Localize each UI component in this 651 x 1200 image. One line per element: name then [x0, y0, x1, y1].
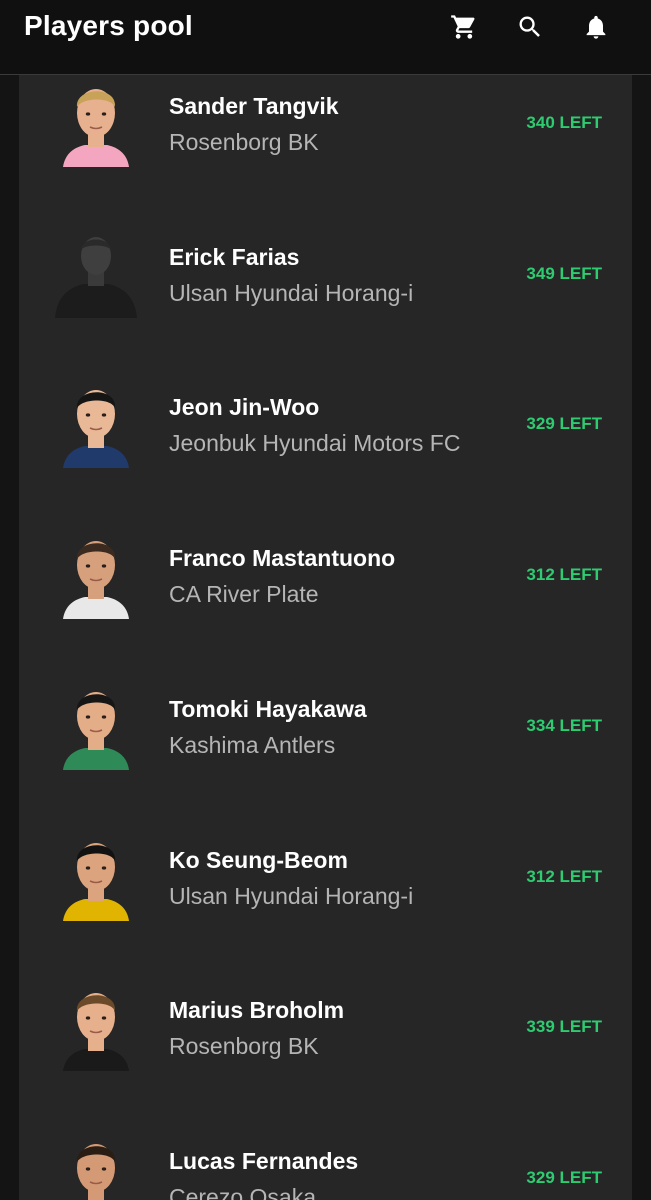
player-team: Cerezo Osaka — [169, 1183, 317, 1200]
remaining-count: 329 LEFT — [526, 414, 602, 434]
players-list[interactable]: Sander Tangvik Rosenborg BK 340 LEFT Erick … — [19, 75, 632, 1200]
player-row[interactable]: Lucas Fernandes Cerezo Osaka 329 LEFT — [19, 1055, 632, 1200]
player-row[interactable]: Tomoki Hayakawa Kashima Antlers 334 LEFT — [19, 603, 632, 770]
player-avatar — [55, 1130, 137, 1200]
player-row[interactable]: Sander Tangvik Rosenborg BK 340 LEFT — [19, 75, 632, 167]
player-name: Sander Tangvik — [169, 93, 339, 119]
player-name: Lucas Fernandes — [169, 1147, 359, 1174]
top-bar: Players pool — [0, 0, 651, 75]
cart-icon[interactable] — [449, 12, 479, 42]
player-name: Marius Broholm — [169, 997, 345, 1024]
remaining-count: 339 LEFT — [526, 1017, 602, 1037]
player-name: Franco Mastantuono — [169, 545, 396, 572]
remaining-count: 334 LEFT — [526, 715, 602, 735]
player-row[interactable]: Jeon Jin-Woo Jeonbuk Hyundai Motors FC 329… — [19, 301, 632, 469]
remaining-count: 340 LEFT — [526, 113, 602, 132]
remaining-count: 349 LEFT — [526, 263, 602, 283]
remaining-count: 312 LEFT — [526, 565, 602, 585]
remaining-count: 312 LEFT — [526, 866, 602, 886]
player-name: Erick Farias — [169, 243, 300, 270]
search-icon[interactable] — [515, 12, 545, 42]
player-name: Ko Seung-Beom — [169, 846, 348, 873]
player-name: Jeon Jin-Woo — [169, 394, 320, 421]
bell-icon[interactable] — [581, 12, 611, 42]
page-title: Players pool — [24, 10, 193, 41]
app: Players pool Sander Tangvik Rosenborg BK 3… — [0, 0, 651, 1200]
player-row[interactable]: Erick Farias Ulsan Hyundai Horang-i 349 LE… — [19, 151, 632, 318]
player-name: Tomoki Hayakawa — [169, 695, 367, 722]
player-row[interactable]: Marius Broholm Rosenborg BK 339 LEFT — [19, 904, 632, 1072]
remaining-count: 329 LEFT — [526, 1167, 602, 1187]
player-row[interactable]: Franco Mastantuono CA River Plate 312 LEFT — [19, 452, 632, 620]
player-row[interactable]: Ko Seung-Beom Ulsan Hyundai Horang-i 312 L… — [19, 754, 632, 921]
